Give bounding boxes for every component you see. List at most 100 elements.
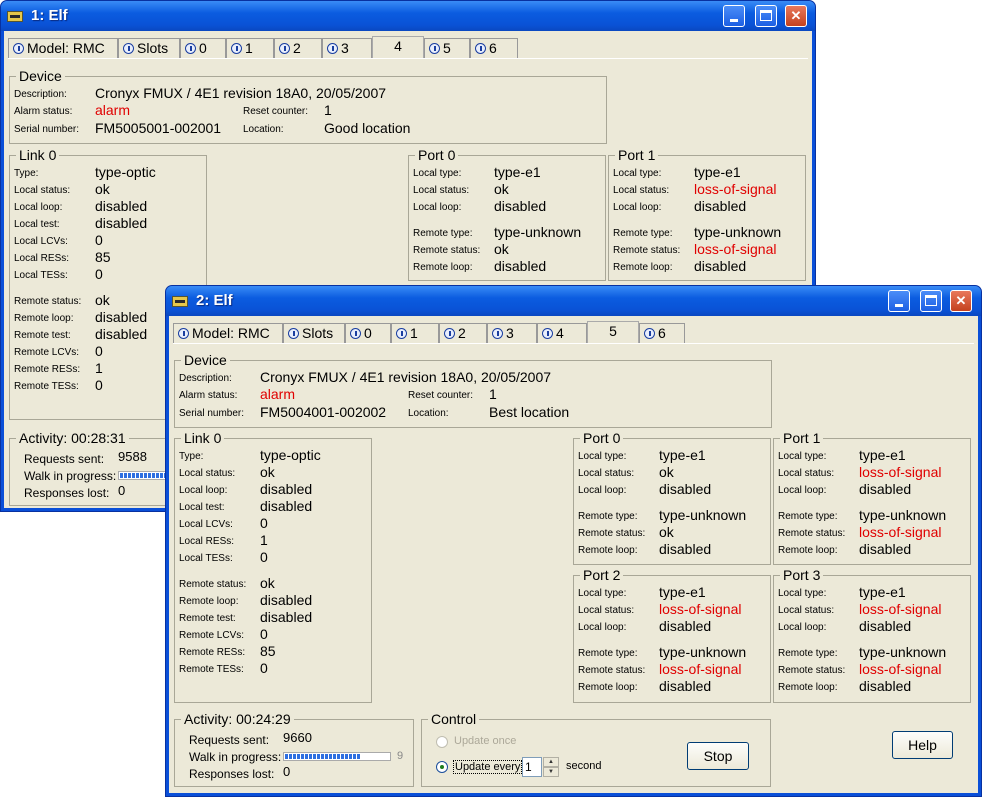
interval-input[interactable]: 1: [522, 757, 542, 777]
requests-sent-label: Requests sent:: [24, 452, 105, 466]
window-1-titlebar[interactable]: 1: Elf ✕: [1, 1, 815, 31]
port-row-value: disabled: [659, 541, 712, 557]
port-row-label: Remote status:: [778, 665, 846, 676]
port-row-value: type-unknown: [859, 644, 947, 660]
tab-5[interactable]: 5: [587, 321, 639, 344]
interval-up-button[interactable]: ▲: [543, 757, 559, 767]
tab-0[interactable]: 0: [180, 38, 226, 58]
info-icon: [350, 328, 361, 339]
port-row-value: disabled: [694, 198, 747, 214]
port-0-group: Port 0 Local type: type-e1 Local status:…: [408, 147, 606, 281]
port-2-group: Port 2 Local type: type-e1 Local status:…: [573, 567, 771, 703]
minimize-button[interactable]: [888, 290, 910, 312]
tab-6[interactable]: 6: [470, 38, 518, 58]
maximize-button[interactable]: [920, 290, 942, 312]
port-row-label: Remote status:: [778, 528, 846, 539]
port-row-value: type-e1: [494, 164, 541, 180]
responses-lost-value: 0: [283, 764, 291, 779]
tab-model[interactable]: Model: RMC: [8, 38, 118, 58]
link-row-label: Remote test:: [14, 330, 71, 341]
link-heading: Link 0: [181, 430, 225, 446]
tab-3[interactable]: 3: [487, 323, 537, 343]
link-row-label: Local TESs:: [179, 553, 233, 564]
reset-counter-label: Reset counter:: [408, 390, 474, 401]
tab-6[interactable]: 6: [639, 323, 685, 343]
maximize-button[interactable]: [755, 5, 777, 27]
port-row-value: loss-of-signal: [859, 524, 942, 540]
update-every-label[interactable]: Update every: [453, 760, 523, 774]
port-row-label: Local status:: [578, 468, 635, 479]
info-icon: [231, 43, 242, 54]
responses-lost-label: Responses lost:: [24, 486, 110, 500]
info-icon: [429, 43, 440, 54]
update-once-label[interactable]: Update once: [454, 735, 516, 747]
maximize-icon: [760, 10, 772, 21]
link-row-label: Local loop:: [14, 202, 63, 213]
tab-model[interactable]: Model: RMC: [173, 323, 283, 343]
minimize-icon: [895, 304, 903, 307]
update-once-radio[interactable]: [436, 736, 448, 748]
link-row-label: Remote status:: [14, 296, 82, 307]
link-row-value: 0: [95, 232, 103, 248]
link-row-label: Remote TESs:: [179, 664, 244, 675]
port-row-value: ok: [659, 464, 674, 480]
link-row-value: 0: [260, 549, 268, 565]
info-icon: [396, 328, 407, 339]
tab-slots[interactable]: Slots: [283, 323, 345, 343]
port-row-value: loss-of-signal: [694, 241, 777, 257]
description-label: Description:: [14, 89, 67, 100]
device-heading: Device: [181, 352, 230, 368]
maximize-icon: [925, 295, 937, 306]
location-value: Best location: [489, 404, 570, 420]
port-row-value: type-unknown: [694, 224, 782, 240]
port-row-label: Remote loop:: [578, 682, 638, 693]
device-group: Device Description: Cronyx FMUX / 4E1 re…: [9, 68, 607, 144]
link-row-label: Remote LCVs:: [14, 347, 80, 358]
control-heading: Control: [428, 711, 480, 727]
update-every-radio[interactable]: [436, 761, 448, 773]
port-row-label: Local loop:: [613, 202, 662, 213]
close-button[interactable]: ✕: [785, 5, 807, 27]
tab-slots[interactable]: Slots: [118, 38, 180, 58]
link-row-label: Local loop:: [179, 485, 228, 496]
stop-button[interactable]: Stop: [687, 742, 749, 770]
close-button[interactable]: ✕: [950, 290, 972, 312]
minimize-button[interactable]: [723, 5, 745, 27]
link-row-label: Remote RESs:: [14, 364, 81, 375]
info-icon: [279, 43, 290, 54]
device-group: Device Description: Cronyx FMUX / 4E1 re…: [174, 352, 772, 428]
app-icon: [172, 296, 188, 307]
port-row-value: disabled: [694, 258, 747, 274]
info-icon: [327, 43, 338, 54]
tab-3[interactable]: 3: [322, 38, 372, 58]
tab-4[interactable]: 4: [537, 323, 587, 343]
port-row-label: Remote status:: [578, 665, 646, 676]
tab-5[interactable]: 5: [424, 38, 470, 58]
link-row-label: Remote RESs:: [179, 647, 246, 658]
tab-4[interactable]: 4: [372, 36, 424, 59]
tab-1[interactable]: 1: [226, 38, 274, 58]
link-row-label: Remote loop:: [179, 596, 239, 607]
tab-2[interactable]: 2: [439, 323, 487, 343]
tab-2[interactable]: 2: [274, 38, 322, 58]
port-row-label: Remote type:: [578, 648, 638, 659]
link-row-value: 0: [95, 266, 103, 282]
port-row-label: Remote status:: [578, 528, 646, 539]
info-icon: [13, 43, 24, 54]
port-heading: Port 1: [615, 147, 659, 163]
interval-down-button[interactable]: ▼: [543, 767, 559, 777]
minimize-icon: [730, 19, 738, 22]
activity-heading: Activity: 00:24:29: [181, 711, 294, 727]
port-row-value: disabled: [659, 481, 712, 497]
help-button[interactable]: Help: [892, 731, 953, 759]
tab-1[interactable]: 1: [391, 323, 439, 343]
walk-progress-fill: [120, 473, 171, 478]
port-row-label: Remote type:: [578, 511, 638, 522]
link-row-label: Remote loop:: [14, 313, 74, 324]
port-row-value: loss-of-signal: [694, 181, 777, 197]
tab-0[interactable]: 0: [345, 323, 391, 343]
window-2-titlebar[interactable]: 2: Elf ✕: [166, 286, 981, 316]
description-value: Cronyx FMUX / 4E1 revision 18A0, 20/05/2…: [95, 85, 387, 101]
link-row-value: 0: [95, 343, 103, 359]
requests-sent-value: 9660: [283, 730, 312, 745]
